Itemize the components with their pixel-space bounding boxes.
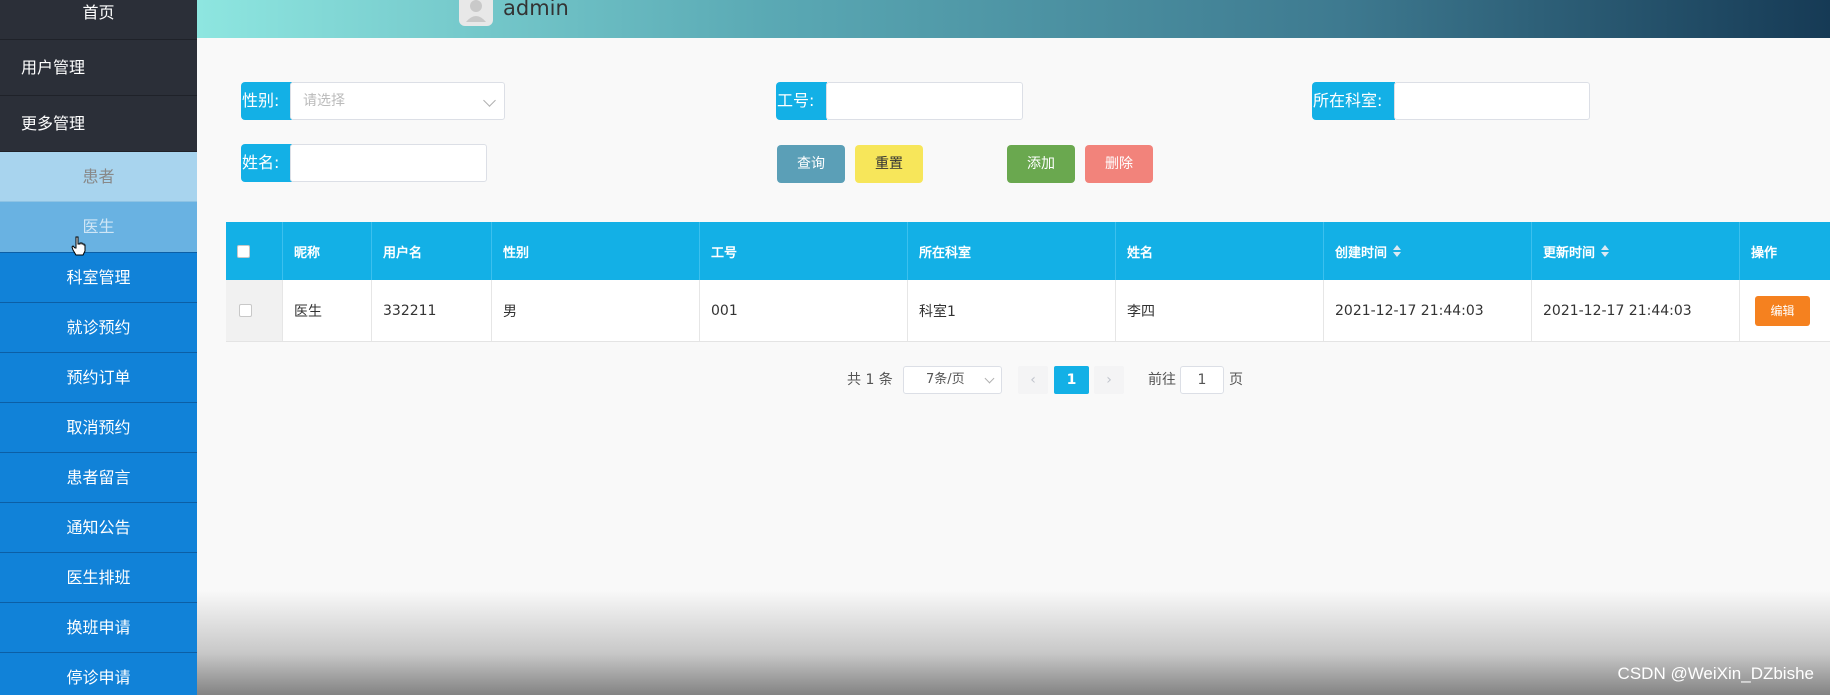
name-label: 姓名: [241,144,292,182]
sidebar-item-orders[interactable]: 预约订单 [0,352,197,402]
sidebar-item-home[interactable]: 首页 [0,0,197,40]
pager-total: 共 1 条 [847,372,893,388]
name-input[interactable] [290,144,487,182]
dept-input[interactable] [1394,82,1590,120]
sidebar-item-more-management[interactable]: 更多管理 [0,96,197,152]
col-name: 姓名 [1115,222,1323,280]
bottom-fade-overlay [197,590,1830,695]
sort-icon[interactable] [1393,245,1402,257]
page-suffix-label: 页 [1229,372,1243,388]
col-created-time-label: 创建时间 [1335,245,1388,261]
hand-cursor-icon [71,236,86,256]
cell-gender: 男 [491,280,699,341]
sidebar-item-notices[interactable]: 通知公告 [0,502,197,552]
avatar[interactable] [459,0,493,26]
cell-nickname: 医生 [282,280,371,341]
chevron-down-icon [984,373,995,384]
col-updated-time[interactable]: 更新时间 [1531,222,1739,280]
cell-updated-time: 2021-12-17 21:44:03 [1531,280,1739,341]
delete-button[interactable]: 删除 [1085,145,1153,183]
prev-page-button[interactable]: ‹ [1018,366,1048,394]
cell-jobno: 001 [699,280,907,341]
jobno-label: 工号: [776,82,827,120]
sidebar-item-appointment[interactable]: 就诊预约 [0,302,197,352]
table-header: 昵称 用户名 性别 工号 所在科室 姓名 创建时间 更新时间 操作 [226,222,1830,280]
cell-name: 李四 [1115,280,1323,341]
gender-select[interactable]: 请选择 [290,82,505,120]
goto-page-input[interactable]: 1 [1180,366,1224,394]
sidebar-item-messages[interactable]: 患者留言 [0,452,197,502]
select-all-checkbox[interactable] [237,244,250,258]
next-page-button[interactable]: › [1094,366,1124,394]
top-header: admin [197,0,1830,38]
sidebar-subitem-doctor[interactable]: 医生 [0,202,197,252]
gender-select-placeholder: 请选择 [303,93,345,109]
sidebar-item-schedule[interactable]: 医生排班 [0,552,197,602]
col-actions: 操作 [1739,222,1830,280]
col-username: 用户名 [371,222,491,280]
col-created-time[interactable]: 创建时间 [1323,222,1531,280]
sidebar-item-cancel[interactable]: 取消预约 [0,402,197,452]
col-updated-time-label: 更新时间 [1543,245,1596,261]
watermark: CSDN @WeiXin_DZbishe [1617,664,1814,683]
table-row: 医生 332211 男 001 科室1 李四 2021-12-17 21:44:… [226,280,1830,342]
dept-label: 所在科室: [1312,82,1395,120]
sidebar-item-shift-request[interactable]: 换班申请 [0,602,197,652]
row-select-cell [226,280,282,341]
page-number-current[interactable]: 1 [1054,366,1089,394]
sidebar-item-suspend-request[interactable]: 停诊申请 [0,652,197,695]
user-avatar-icon [466,0,486,22]
cell-actions: 编辑 [1739,280,1830,341]
goto-label: 前往 [1148,372,1176,388]
query-button[interactable]: 查询 [777,145,845,183]
sidebar-item-user-management[interactable]: 用户管理 [0,40,197,96]
page-size-value: 7条/页 [926,372,965,387]
reset-button[interactable]: 重置 [855,145,923,183]
col-jobno: 工号 [699,222,907,280]
jobno-input[interactable] [826,82,1023,120]
cell-created-time: 2021-12-17 21:44:03 [1323,280,1531,341]
sidebar: 首页 用户管理 更多管理 患者 医生 科室管理 就诊预约 预约订单 取消预约 患… [0,0,197,695]
add-button[interactable]: 添加 [1007,145,1075,183]
sort-icon[interactable] [1601,245,1610,257]
chevron-down-icon [483,94,496,107]
page-size-select[interactable]: 7条/页 [903,366,1002,394]
select-all-cell [226,222,282,280]
sidebar-item-department[interactable]: 科室管理 [0,252,197,302]
edit-button[interactable]: 编辑 [1755,295,1810,326]
col-nickname: 昵称 [282,222,371,280]
username-label: admin [503,0,569,20]
row-checkbox[interactable] [239,304,252,317]
cell-username: 332211 [371,280,491,341]
col-department: 所在科室 [907,222,1115,280]
sidebar-subitem-patient[interactable]: 患者 [0,152,197,202]
cell-department: 科室1 [907,280,1115,341]
col-gender: 性别 [491,222,699,280]
gender-label: 性别: [241,82,292,120]
